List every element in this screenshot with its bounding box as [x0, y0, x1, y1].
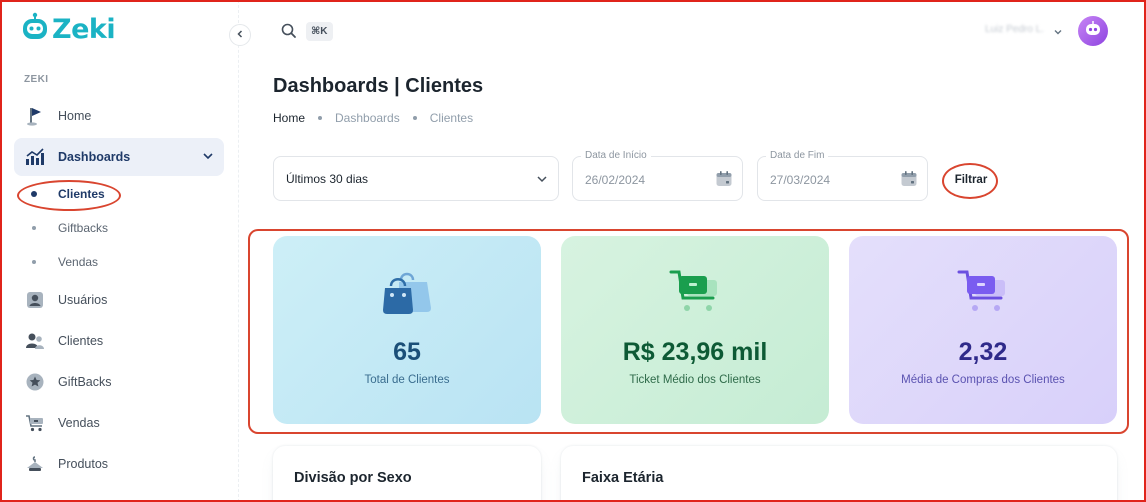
sidebar-item-label: Clientes [58, 334, 104, 348]
search-icon[interactable] [281, 23, 297, 44]
avg-purchases-card: 2,32 Média de Compras dos Clientes [849, 236, 1117, 424]
breadcrumb-dashboards[interactable]: Dashboards [335, 111, 400, 125]
cart-purple-icon [955, 268, 1011, 323]
sidebar-collapse-button[interactable] [229, 24, 251, 46]
end-date-field[interactable]: Data de Fim 27/03/2024 [757, 150, 928, 201]
robot-logo-icon [20, 12, 50, 47]
sidebar-item-label: Home [58, 109, 92, 123]
user-name[interactable]: Luiz Pedro L. [985, 24, 1044, 35]
flag-icon [24, 105, 46, 127]
sidebar-subitem-label: Clientes [58, 187, 105, 201]
period-select-value: Últimos 30 dias [286, 171, 369, 186]
calendar-icon[interactable] [715, 170, 733, 193]
period-select[interactable]: Últimos 30 dias [273, 156, 559, 201]
bullet-icon [32, 260, 36, 264]
avg-purchases-label: Média de Compras dos Clientes [901, 374, 1065, 386]
total-clients-label: Total de Clientes [364, 374, 450, 386]
sidebar-subitem-vendas[interactable]: Vendas [14, 247, 224, 277]
age-range-panel-title: Faixa Etária [582, 470, 664, 486]
gender-panel: Divisão por Sexo [273, 446, 541, 502]
avg-purchases-value: 2,32 [958, 338, 1008, 366]
bullet-icon [32, 226, 36, 230]
end-date-value: 27/03/2024 [770, 173, 831, 187]
sidebar-item-label: Produtos [58, 457, 109, 471]
sidebar-item-label: Usuários [58, 293, 108, 307]
sidebar-section-label: ZEKI [24, 74, 49, 85]
avatar[interactable] [1078, 16, 1108, 46]
chevron-down-icon[interactable] [1053, 24, 1063, 42]
page-title: Dashboards | Clientes [273, 75, 484, 97]
shopping-bags-icon [379, 268, 435, 323]
bullet-icon [31, 191, 37, 197]
breadcrumb-separator [318, 116, 323, 120]
start-date-label: Data de Início [581, 150, 651, 161]
chart-icon [24, 146, 46, 168]
chevron-down-icon [536, 173, 548, 188]
breadcrumb-separator [412, 116, 417, 120]
sidebar-item-label: Vendas [58, 416, 100, 430]
sidebar-item-clientes[interactable]: Clientes [14, 322, 224, 360]
breadcrumb: Home Dashboards Clientes [273, 111, 473, 125]
sidebar-subitem-label: Vendas [58, 255, 99, 269]
sidebar-item-label: GiftBacks [58, 375, 112, 389]
sidebar-item-giftbacks[interactable]: GiftBacks [14, 363, 224, 401]
avg-ticket-label: Ticket Médio dos Clientes [629, 374, 761, 386]
sidebar-item-vendas[interactable]: Vendas [14, 404, 224, 442]
end-date-label: Data de Fim [766, 150, 829, 161]
breadcrumb-current: Clientes [429, 111, 474, 125]
star-icon [24, 371, 46, 393]
robot-avatar-icon [1083, 19, 1103, 44]
filter-button[interactable]: Filtrar [946, 168, 996, 192]
sidebar-item-label: Dashboards [58, 150, 131, 164]
start-date-field[interactable]: Data de Início 26/02/2024 [572, 150, 743, 201]
chevron-down-icon [202, 150, 214, 165]
hanger-icon [24, 453, 46, 475]
cart-green-icon [667, 268, 723, 323]
age-range-panel: Faixa Etária [561, 446, 1117, 502]
avg-ticket-card: R$ 23,96 mil Ticket Médio dos Clientes [561, 236, 829, 424]
cart-icon [24, 412, 46, 434]
sidebar-subitem-label: Giftbacks [58, 221, 109, 235]
sidebar-item-usuarios[interactable]: Usuários [14, 281, 224, 319]
total-clients-value: 65 [393, 338, 421, 366]
calendar-icon[interactable] [900, 170, 918, 193]
sidebar-item-produtos[interactable]: Produtos [14, 445, 224, 483]
sidebar-item-home[interactable]: Home [14, 97, 224, 135]
avg-ticket-value: R$ 23,96 mil [622, 338, 768, 366]
sidebar: Zeki ZEKI Home Dashboards Clientes Giftb… [0, 0, 239, 502]
logo-text: Zeki [52, 14, 116, 45]
sidebar-item-dashboards[interactable]: Dashboards [14, 138, 224, 176]
sidebar-subitem-giftbacks[interactable]: Giftbacks [14, 213, 224, 243]
gender-panel-title: Divisão por Sexo [294, 470, 412, 486]
breadcrumb-home[interactable]: Home [273, 111, 305, 125]
sidebar-subitem-clientes[interactable]: Clientes [14, 179, 224, 209]
total-clients-card: 65 Total de Clientes [273, 236, 541, 424]
chevron-left-icon [235, 26, 245, 44]
user-icon [24, 289, 46, 311]
logo[interactable]: Zeki [20, 12, 116, 47]
users-icon [24, 330, 46, 352]
search-shortcut-badge[interactable]: ⌘K [306, 22, 333, 41]
start-date-value: 26/02/2024 [585, 173, 646, 187]
